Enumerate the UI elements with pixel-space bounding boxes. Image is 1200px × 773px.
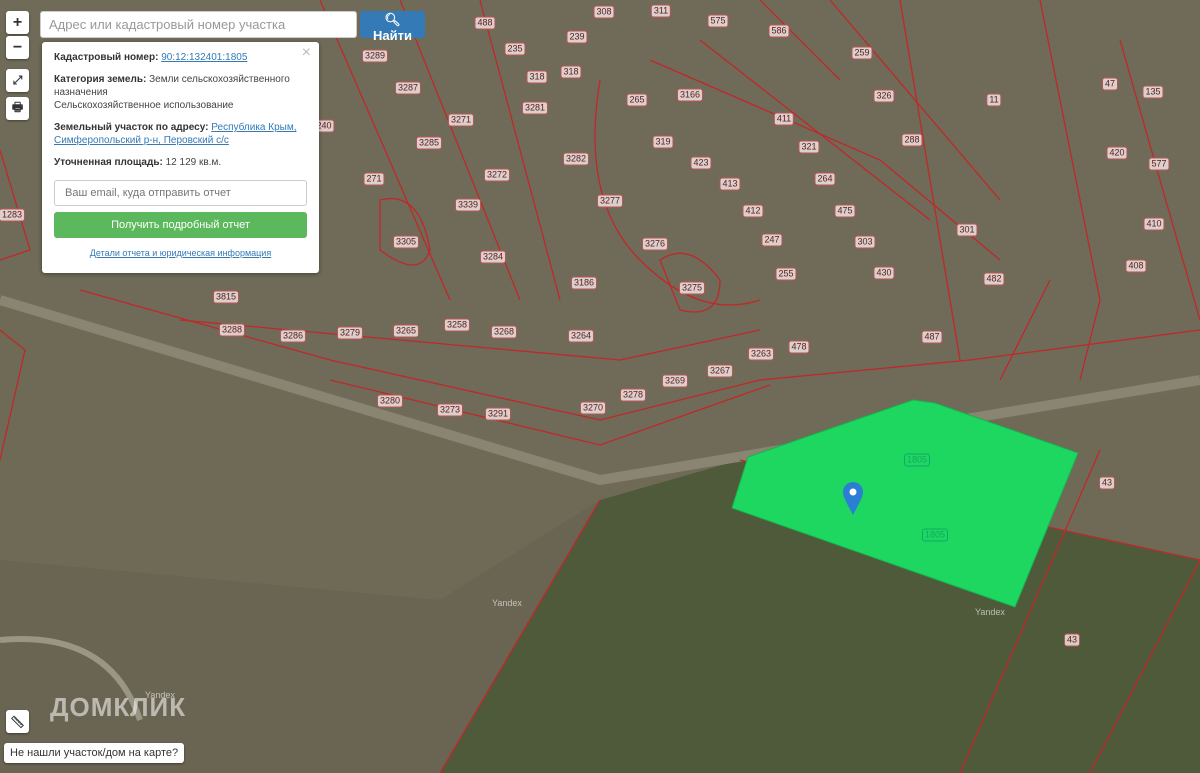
- parcel-label[interactable]: 326: [873, 89, 895, 103]
- parcel-label[interactable]: 3278: [619, 388, 647, 402]
- parcel-label[interactable]: 430: [873, 266, 895, 280]
- ruler-icon[interactable]: 📏︎: [6, 710, 29, 733]
- parcel-label[interactable]: 478: [788, 340, 810, 354]
- parcel-label[interactable]: 412: [742, 204, 764, 218]
- parcel-label[interactable]: 3267: [706, 364, 734, 378]
- parcel-label[interactable]: 3280: [376, 394, 404, 408]
- parcel-label[interactable]: 3264: [567, 329, 595, 343]
- close-icon[interactable]: ×: [302, 45, 311, 61]
- parcel-label[interactable]: 408: [1125, 259, 1147, 273]
- parcel-label[interactable]: 271: [363, 172, 385, 186]
- category-label: Категория земель:: [54, 74, 147, 85]
- parcel-label[interactable]: 487: [921, 330, 943, 344]
- parcel-label[interactable]: 423: [690, 156, 712, 170]
- parcel-label[interactable]: 3282: [562, 152, 590, 166]
- parcel-label[interactable]: 319: [652, 135, 674, 149]
- usage-value: Сельскохозяйственное использование: [54, 100, 234, 111]
- parcel-label[interactable]: 11: [986, 93, 1002, 107]
- parcel-label[interactable]: 3265: [392, 324, 420, 338]
- parcel-label[interactable]: 3286: [279, 329, 307, 343]
- parcel-label[interactable]: 3272: [483, 168, 511, 182]
- parcel-label[interactable]: 3276: [641, 237, 669, 251]
- parcel-label[interactable]: 301: [956, 223, 978, 237]
- address-label: Земельный участок по адресу:: [54, 122, 209, 133]
- parcel-label[interactable]: 3277: [596, 194, 624, 208]
- parcel-label[interactable]: 318: [560, 65, 582, 79]
- parcel-label[interactable]: 420: [1106, 146, 1128, 160]
- parcel-label[interactable]: 3285: [415, 136, 443, 150]
- parcel-label[interactable]: 247: [761, 233, 783, 247]
- parcel-label[interactable]: 3271: [447, 113, 475, 127]
- print-icon[interactable]: 🖶: [6, 97, 29, 120]
- area-value: 12 129 кв.м.: [165, 157, 222, 168]
- parcel-label[interactable]: 3279: [336, 326, 364, 340]
- parcel-label[interactable]: 488: [474, 16, 496, 30]
- cadastral-label: Кадастровый номер:: [54, 52, 159, 63]
- parcel-label[interactable]: 1805: [921, 528, 949, 542]
- parcel-label[interactable]: 43: [1063, 633, 1081, 647]
- parcel-label[interactable]: 586: [768, 24, 790, 38]
- parcel-label[interactable]: 413: [719, 177, 741, 191]
- parcel-label[interactable]: 410: [1143, 217, 1165, 231]
- parcel-label[interactable]: 321: [798, 140, 820, 154]
- parcel-label[interactable]: 577: [1148, 157, 1170, 171]
- zoom-out-button[interactable]: −: [6, 36, 29, 59]
- cadastral-number-link[interactable]: 90:12:132401:1805: [161, 52, 247, 63]
- parcel-label[interactable]: 264: [814, 172, 836, 186]
- parcel-label[interactable]: 482: [983, 272, 1005, 286]
- not-found-button[interactable]: Не нашли участок/дом на карте?: [4, 743, 185, 763]
- yandex-watermark: Yandex: [492, 598, 522, 608]
- parcel-label[interactable]: 47: [1101, 77, 1119, 91]
- parcel-label[interactable]: 3263: [747, 347, 775, 361]
- parcel-label[interactable]: 3284: [479, 250, 507, 264]
- zoom-in-button[interactable]: +: [6, 11, 29, 34]
- parcel-label[interactable]: 135: [1142, 85, 1164, 99]
- parcel-label[interactable]: 3291: [484, 407, 512, 421]
- report-details-link[interactable]: Детали отчета и юридическая информация: [54, 247, 307, 260]
- parcel-label[interactable]: 318: [526, 70, 548, 84]
- email-input[interactable]: [54, 180, 307, 206]
- parcel-label[interactable]: 3287: [394, 81, 422, 95]
- search-input[interactable]: [40, 11, 357, 38]
- parcel-label[interactable]: 3815: [212, 290, 240, 304]
- yandex-watermark: Yandex: [975, 607, 1005, 617]
- parcel-label[interactable]: 3269: [661, 374, 689, 388]
- parcel-label[interactable]: 3166: [676, 88, 704, 102]
- parcel-label[interactable]: 3289: [361, 49, 389, 63]
- parcel-label[interactable]: 255: [775, 267, 797, 281]
- domclick-logo: ДОМКЛИК: [50, 692, 187, 722]
- parcel-label[interactable]: 259: [851, 46, 873, 60]
- parcel-label[interactable]: 1283: [0, 208, 26, 222]
- parcel-label[interactable]: 235: [504, 42, 526, 56]
- parcel-label[interactable]: 239: [566, 30, 588, 44]
- parcel-label[interactable]: 288: [901, 133, 923, 147]
- parcel-label[interactable]: 3288: [218, 323, 246, 337]
- search-icon: 🔍︎: [384, 12, 401, 27]
- parcel-label[interactable]: 3305: [392, 235, 420, 249]
- parcel-label[interactable]: 3275: [678, 281, 706, 295]
- parcel-label[interactable]: 3281: [521, 101, 549, 115]
- parcel-label[interactable]: 3186: [570, 276, 598, 290]
- parcel-label[interactable]: 265: [626, 93, 648, 107]
- parcel-label[interactable]: 3273: [436, 403, 464, 417]
- parcel-label[interactable]: 3339: [454, 198, 482, 212]
- parcel-info-popup: × Кадастровый номер: 90:12:132401:1805 К…: [42, 42, 319, 273]
- search-button[interactable]: 🔍︎ Найти: [360, 11, 425, 43]
- search-button-label: Найти: [373, 28, 412, 43]
- parcel-label[interactable]: 43: [1098, 476, 1116, 490]
- parcel-label[interactable]: 3270: [579, 401, 607, 415]
- parcel-label[interactable]: 1805: [903, 453, 931, 467]
- parcel-label[interactable]: 311: [650, 4, 672, 18]
- fullscreen-icon[interactable]: ⤢: [6, 69, 29, 92]
- parcel-label[interactable]: 575: [707, 14, 729, 28]
- parcel-label[interactable]: 308: [593, 5, 615, 19]
- parcel-label[interactable]: 3258: [443, 318, 471, 332]
- parcel-label[interactable]: 303: [854, 235, 876, 249]
- parcel-label[interactable]: 411: [773, 112, 795, 126]
- area-label: Уточненная площадь:: [54, 157, 163, 168]
- parcel-label[interactable]: 3268: [490, 325, 518, 339]
- parcel-label[interactable]: 475: [834, 204, 856, 218]
- get-report-button[interactable]: Получить подробный отчет: [54, 212, 307, 238]
